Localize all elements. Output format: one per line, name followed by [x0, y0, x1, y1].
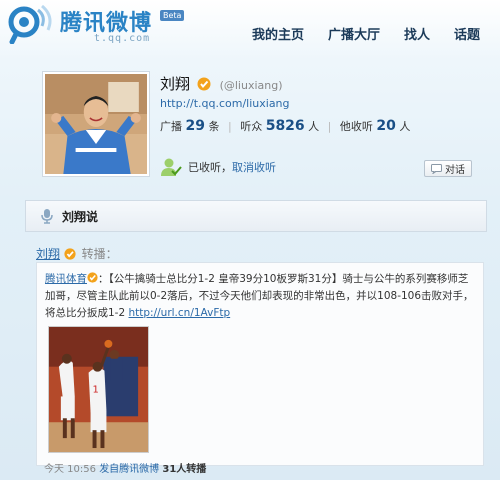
section-header: 刘翔说 [25, 200, 487, 232]
profile-name-line: 刘翔 (@liuxiang) [160, 73, 283, 94]
beta-badge: Beta [160, 10, 185, 21]
post-author[interactable]: 刘翔 [36, 247, 60, 261]
avatar[interactable] [42, 71, 150, 177]
post-source-app[interactable]: 发自腾讯微博 [99, 464, 159, 475]
broadcast-unit: 条 [208, 120, 220, 133]
repost-count[interactable]: 31人转播 [162, 464, 206, 475]
post-meta: 今天 10:56 发自腾讯微博 31人转播 [44, 460, 206, 475]
logo[interactable]: 腾讯微博 Beta t.qq.com [8, 4, 185, 46]
nav-find-people[interactable]: 找人 [404, 24, 430, 43]
post-link[interactable]: http://url.cn/1AvFtp [129, 307, 231, 319]
listening-count[interactable]: 20 [376, 118, 395, 134]
listeners-label: 听众 [240, 120, 263, 133]
logo-icon [8, 4, 52, 44]
logo-domain: t.qq.com [94, 33, 151, 44]
followed-user-icon [161, 158, 182, 176]
follow-status-label: 已收听 [188, 161, 221, 174]
reposted-body: ：【公牛擒骑士总比分1-2 皇帝39分10板罗斯31分】骑士与公牛的系列赛移师芝… [45, 273, 474, 319]
verified-icon [87, 272, 98, 283]
profile-url[interactable]: http://t.qq.com/liuxiang [160, 97, 290, 110]
follow-status: 已收听 ， 取消收听 [160, 156, 276, 178]
listeners-count[interactable]: 5826 [266, 118, 305, 134]
main-nav: 我的主页 广播大厅 找人 话题 [228, 24, 480, 43]
source-author[interactable]: 腾讯体育 [45, 273, 87, 285]
stats-divider: | [327, 120, 332, 133]
chat-icon [431, 163, 442, 174]
profile-name: 刘翔 [160, 75, 191, 93]
stats-divider: | [227, 120, 232, 133]
broadcast-label: 广播 [160, 120, 182, 133]
basketball-photo: 1 [49, 327, 148, 452]
follow-separator: ， [221, 161, 232, 174]
verified-icon [64, 248, 76, 260]
reposted-card: 腾讯体育 ：【公牛擒骑士总比分1-2 皇帝39分10板罗斯31分】骑士与公牛的系列… [36, 262, 484, 466]
microphone-icon [41, 209, 53, 224]
section-title: 刘翔说 [62, 209, 99, 224]
nav-broadcast-hall[interactable]: 广播大厅 [328, 24, 380, 43]
dialog-button-label: 对话 [445, 165, 465, 176]
profile-handle: (@liuxiang) [219, 79, 283, 92]
header: 腾讯微博 Beta t.qq.com 我的主页 广播大厅 找人 话题 [0, 0, 500, 52]
listeners-unit: 人 [308, 120, 320, 133]
verified-icon [197, 77, 211, 91]
post-header: 刘翔 转播： [36, 245, 118, 262]
dialog-button[interactable]: 对话 [424, 160, 472, 177]
nav-topics[interactable]: 话题 [454, 24, 480, 43]
unfollow-link[interactable]: 取消收听 [232, 159, 276, 175]
reposted-text: 腾讯体育 ：【公牛擒骑士总比分1-2 皇帝39分10板罗斯31分】骑士与公牛的系列… [45, 271, 477, 322]
nav-home[interactable]: 我的主页 [252, 24, 304, 43]
listening-label: 他收听 [339, 120, 373, 133]
profile-stats: 广播 29 条 | 听众 5826 人 | 他收听 20 人 [160, 118, 410, 134]
post-action: 转播： [81, 247, 118, 261]
post-image[interactable]: 1 [48, 326, 149, 453]
post-time: 今天 10:56 [44, 464, 96, 475]
svg-text:1: 1 [93, 384, 99, 395]
avatar-image [45, 74, 147, 174]
listening-unit: 人 [399, 120, 411, 133]
broadcast-count[interactable]: 29 [186, 118, 205, 134]
